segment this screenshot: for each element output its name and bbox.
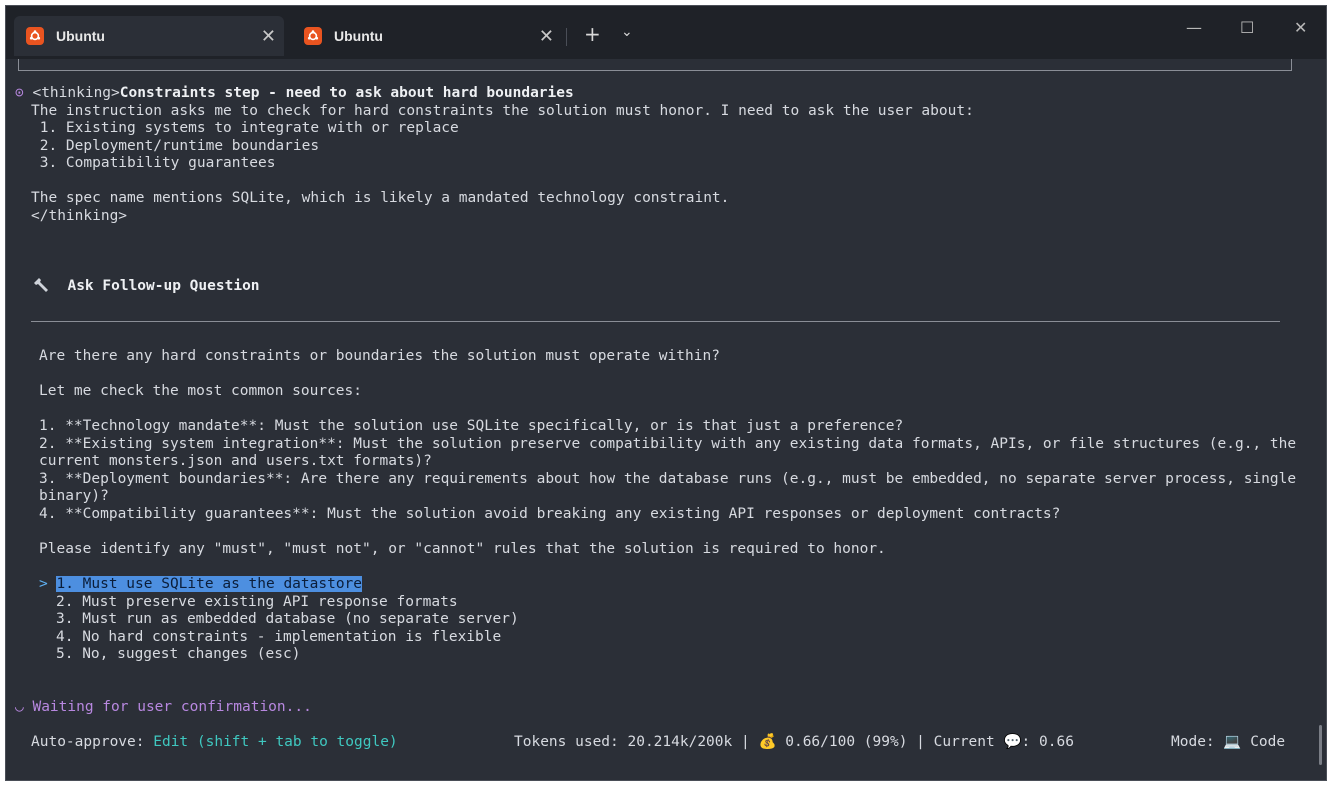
- followup-header: Ask Follow-up Question: [34, 278, 260, 296]
- scrollbar[interactable]: [1319, 725, 1322, 765]
- thinking-line: 1. Existing systems to integrate with or…: [31, 120, 459, 136]
- thinking-line: The instruction asks me to check for har…: [31, 103, 974, 119]
- tab-label: Ubuntu: [56, 28, 105, 44]
- selection-arrow-icon: >: [39, 576, 48, 592]
- maximize-icon[interactable]: ☐: [1240, 18, 1254, 37]
- thinking-header: ⊙ <thinking>Constraints step - need to a…: [15, 85, 574, 103]
- minimize-icon[interactable]: —: [1186, 18, 1202, 37]
- followup-item: 2. **Existing system integration**: Must…: [39, 436, 1297, 452]
- thinking-open-tag: <thinking>: [32, 85, 120, 101]
- mode-label: Mode:: [1171, 734, 1215, 750]
- tab-label: Ubuntu: [334, 28, 383, 44]
- tab-ubuntu-1[interactable]: Ubuntu ✕: [14, 16, 284, 56]
- ubuntu-logo-icon: [26, 27, 44, 45]
- waiting-status: ◡ Waiting for user confirmation...: [15, 699, 312, 717]
- new-tab-icon[interactable]: +: [584, 22, 601, 46]
- terminal-content[interactable]: ⊙ <thinking>Constraints step - need to a…: [6, 59, 1326, 780]
- chevron-down-icon[interactable]: ⌄: [621, 24, 633, 40]
- tokens-used: Tokens used: 20.214k/200k |: [514, 734, 750, 750]
- auto-approve-label: Auto-approve:: [31, 734, 145, 750]
- mode-status[interactable]: Mode: 💻 Code: [1171, 734, 1285, 752]
- close-tab-icon[interactable]: ✕: [261, 26, 276, 47]
- thinking-close-tag: </thinking>: [31, 208, 128, 224]
- followup-item: current monsters.json and users.txt form…: [39, 453, 432, 469]
- option-item[interactable]: 3. Must run as embedded database (no sep…: [56, 611, 519, 629]
- thinking-title: Constraints step - need to ask about har…: [119, 85, 574, 101]
- ubuntu-logo-icon: [304, 27, 322, 45]
- tab-bar: Ubuntu ✕ Ubuntu ✕ + ⌄ — ☐ ✕: [6, 6, 1326, 59]
- followup-question: Are there any hard constraints or bounda…: [39, 348, 720, 364]
- wrench-icon: [34, 278, 50, 294]
- option-item[interactable]: 5. No, suggest changes (esc): [56, 646, 300, 664]
- current-cost: : 0.66: [1021, 734, 1074, 750]
- thinking-icon: ⊙: [15, 85, 24, 101]
- thinking-line: The spec name mentions SQLite, which is …: [31, 190, 730, 206]
- cost-text: 0.66/100 (99%) | Current: [785, 734, 995, 750]
- followup-item: binary)?: [39, 488, 109, 504]
- token-status: Tokens used: 20.214k/200k | 💰 0.66/100 (…: [514, 734, 1074, 752]
- close-window-icon[interactable]: ✕: [1294, 18, 1307, 37]
- auto-approve-status[interactable]: Auto-approve: Edit (shift + tab to toggl…: [31, 734, 398, 752]
- tab-ubuntu-2[interactable]: Ubuntu ✕: [292, 16, 562, 56]
- close-tab-icon[interactable]: ✕: [539, 26, 554, 47]
- laptop-icon: 💻: [1223, 734, 1242, 750]
- thinking-line: 3. Compatibility guarantees: [31, 155, 276, 171]
- option-label[interactable]: 1. Must use SQLite as the datastore: [56, 576, 363, 592]
- terminal-window: Ubuntu ✕ Ubuntu ✕ + ⌄ — ☐ ✕ ⊙ <thinking>…: [5, 5, 1327, 781]
- thinking-line: 2. Deployment/runtime boundaries: [31, 138, 320, 154]
- waiting-text: Waiting for user confirmation...: [32, 699, 312, 715]
- option-item-selected[interactable]: > 1. Must use SQLite as the datastore: [39, 576, 363, 594]
- followup-title: Ask Follow-up Question: [67, 278, 260, 294]
- money-bag-icon: 💰: [758, 734, 777, 750]
- option-item[interactable]: 2. Must preserve existing API response f…: [56, 594, 458, 612]
- previous-output-frame: [18, 59, 1292, 71]
- followup-item: 4. **Compatibility guarantees**: Must th…: [39, 506, 1061, 522]
- followup-item: 1. **Technology mandate**: Must the solu…: [39, 418, 904, 434]
- tab-divider: [566, 28, 567, 46]
- option-item[interactable]: 4. No hard constraints - implementation …: [56, 629, 501, 647]
- spinner-icon: ◡: [15, 699, 24, 715]
- auto-approve-value[interactable]: Edit (shift + tab to toggle): [153, 734, 397, 750]
- followup-item: 3. **Deployment boundaries**: Are there …: [39, 471, 1297, 487]
- followup-intro: Let me check the most common sources:: [39, 383, 363, 399]
- chat-bubble-icon: 💬: [1003, 734, 1022, 750]
- divider: [31, 321, 1280, 322]
- followup-closing: Please identify any "must", "must not", …: [39, 541, 886, 557]
- mode-value[interactable]: Code: [1250, 734, 1285, 750]
